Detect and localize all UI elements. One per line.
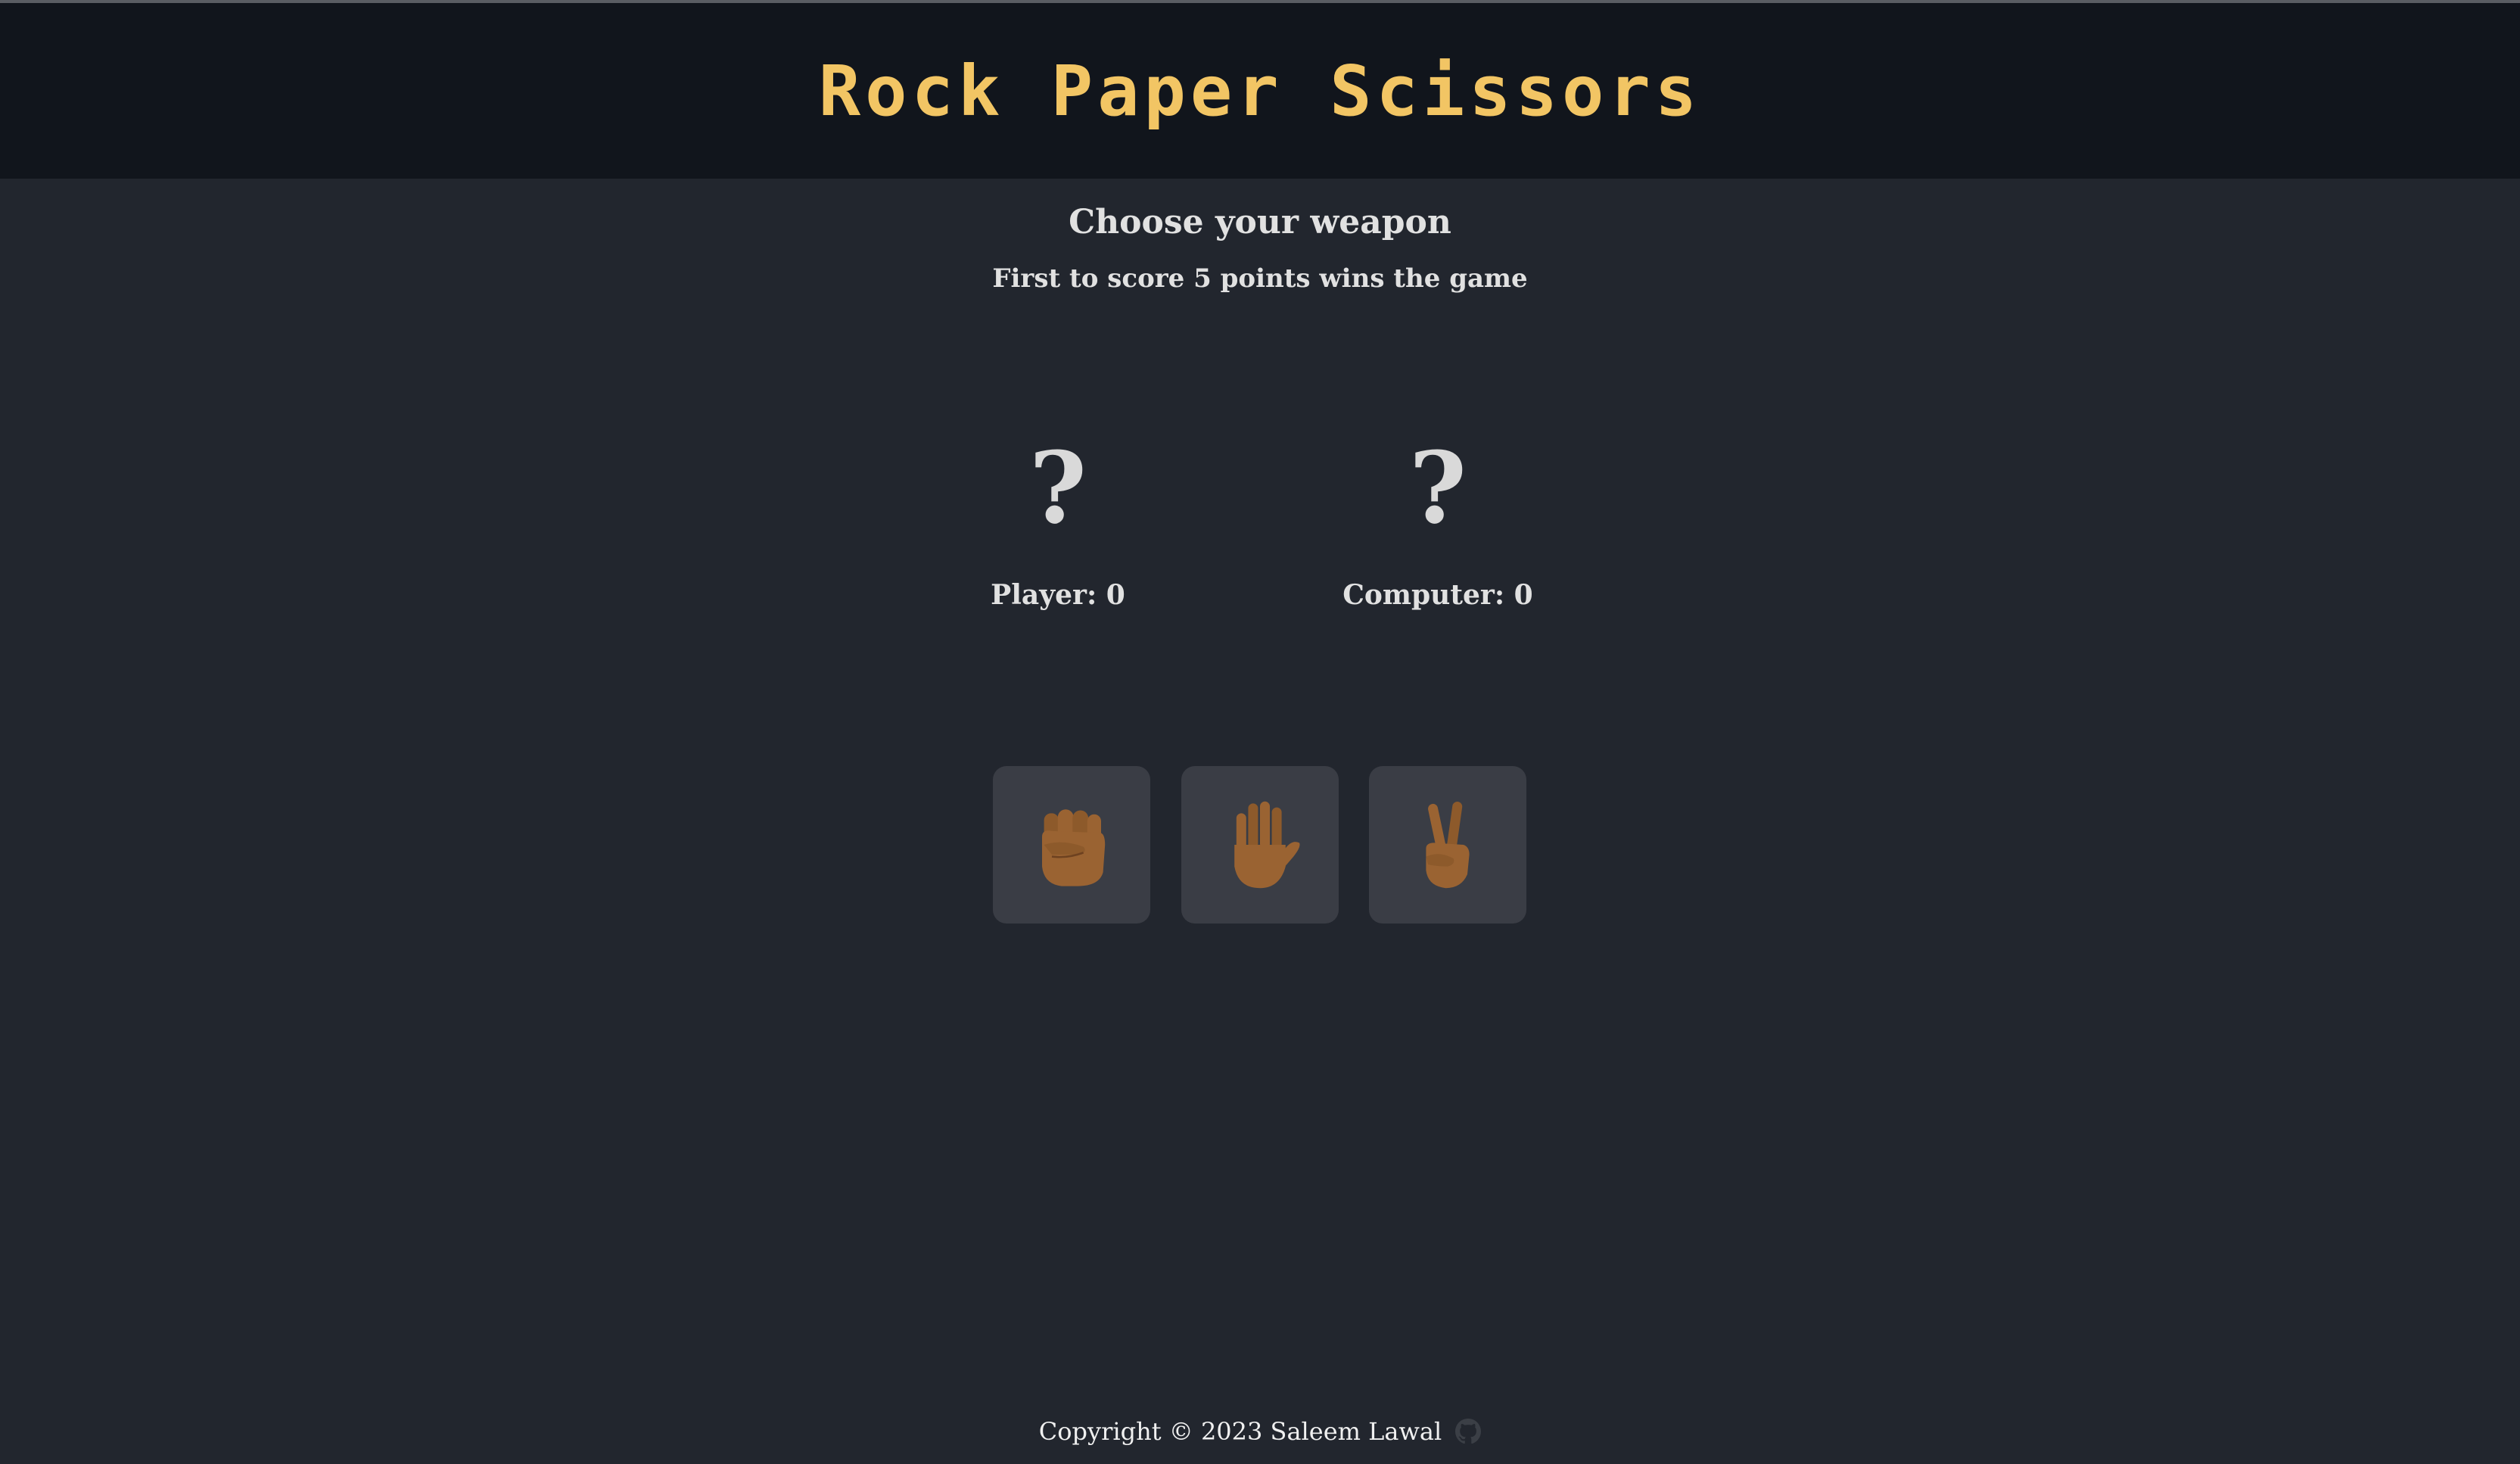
computer-choice-display: ? bbox=[1408, 430, 1467, 546]
paper-button[interactable] bbox=[1181, 766, 1339, 924]
page-header: Rock Paper Scissors bbox=[0, 3, 2520, 179]
choose-weapon-heading: Choose your weapon bbox=[1069, 203, 1451, 241]
raised-fist-icon bbox=[1042, 809, 1106, 886]
rules-subheading: First to score 5 points wins the game bbox=[992, 263, 1528, 294]
player-choice-display: ? bbox=[1028, 430, 1087, 546]
raised-hand-icon bbox=[1234, 801, 1300, 889]
page-footer: Copyright © 2023 Saleem Lawal bbox=[0, 1417, 2520, 1446]
github-icon[interactable] bbox=[1455, 1419, 1482, 1444]
player-score: Player: 0 bbox=[991, 579, 1125, 611]
page-title: Rock Paper Scissors bbox=[818, 50, 1702, 132]
copyright-text: Copyright © 2023 Saleem Lawal bbox=[1038, 1417, 1442, 1446]
rock-button[interactable] bbox=[993, 766, 1150, 924]
victory-hand-icon bbox=[1426, 802, 1470, 889]
scissors-button[interactable] bbox=[1369, 766, 1526, 924]
computer-score: Computer: 0 bbox=[1342, 579, 1533, 611]
